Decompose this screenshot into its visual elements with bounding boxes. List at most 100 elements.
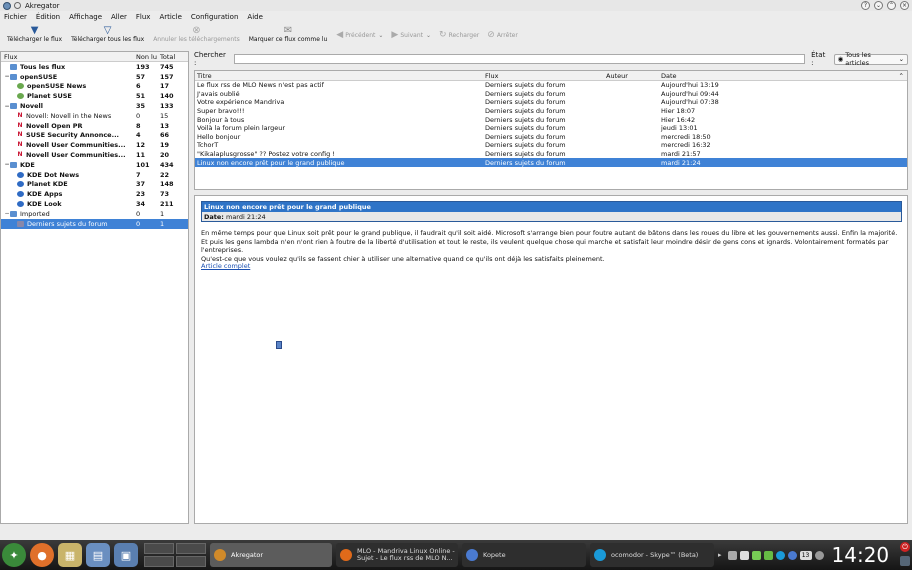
tray-app-icon[interactable]: [727, 550, 737, 560]
power-icon[interactable]: ⏻: [900, 542, 910, 552]
feed-name: SUSE Security Annonce...: [26, 131, 120, 140]
column-header-feed[interactable]: Flux: [1, 53, 134, 61]
feed-row[interactable]: − KDE 101 434: [1, 160, 188, 170]
article-row[interactable]: "Kikalaplusgrosse" ?? Postez votre confi…: [195, 150, 907, 159]
menu-affichage[interactable]: Affichage: [69, 13, 102, 21]
article-row[interactable]: Bonjour à tous Derniers sujets du forum Hi…: [195, 115, 907, 124]
stop-button[interactable]: ⊘ Arrêter: [484, 27, 521, 40]
menu-aide[interactable]: Aide: [247, 13, 262, 21]
tray-skype-icon[interactable]: [775, 550, 785, 560]
menu-article[interactable]: Article: [159, 13, 181, 21]
fetch-feed-button[interactable]: ▼ Télécharger le flux: [4, 23, 65, 43]
article-row[interactable]: J'avais oublié Derniers sujets du forum Au…: [195, 90, 907, 99]
article-title-cell: Bonjour à tous: [197, 115, 245, 124]
menu-configuration[interactable]: Configuration: [191, 13, 238, 21]
state-filter-select[interactable]: ◉ Tous les articles ⌄: [833, 51, 909, 67]
desktop-4[interactable]: [176, 556, 206, 567]
feed-row[interactable]: openSUSE News 6 17: [1, 82, 188, 92]
feed-row[interactable]: N Novell: Novell in the News 0 15: [1, 111, 188, 121]
feed-row[interactable]: N Novell User Communities... 12 19: [1, 140, 188, 150]
feed-row[interactable]: N SUSE Security Annonce... 4 66: [1, 131, 188, 141]
close-button[interactable]: ×: [900, 1, 909, 10]
abort-fetch-button[interactable]: ⊗ Annuler les téléchargements: [150, 23, 243, 43]
chevron-down-icon[interactable]: ⌄: [378, 32, 383, 39]
article-row[interactable]: Hello bonjour Derniers sujets du forum mer…: [195, 133, 907, 142]
pin-icon[interactable]: [14, 2, 21, 9]
chevron-down-icon[interactable]: ⌄: [426, 32, 431, 39]
tray-network-icon[interactable]: [763, 550, 773, 560]
feed-name: Derniers sujets du forum: [27, 219, 108, 228]
task-firefox[interactable]: MLO - Mandriva Linux Online - Sujet - Le…: [336, 543, 458, 567]
article-row[interactable]: Linux non encore prêt pour le grand publ…: [195, 158, 907, 167]
feed-row[interactable]: Tous les flux 193 745: [1, 62, 188, 72]
feed-tree[interactable]: Flux Non lu Total Tous les flux 193 745− op…: [0, 51, 189, 524]
mark-feed-read-button[interactable]: ✉ Marquer ce flux comme lu: [246, 23, 331, 43]
feed-row[interactable]: Planet SUSE 51 140: [1, 91, 188, 101]
help-window-button[interactable]: ?: [861, 1, 870, 10]
lock-screen-icon[interactable]: [900, 556, 910, 566]
volume-icon[interactable]: [814, 550, 824, 560]
tray-clipboard-icon[interactable]: [739, 550, 749, 560]
article-body: En même temps pour que Linux soit prêt p…: [201, 229, 901, 263]
article-row[interactable]: Super bravo!!! Derniers sujets du forum Hi…: [195, 107, 907, 116]
column-header-unread[interactable]: Non lu: [134, 53, 158, 61]
feed-name: Novell User Communities...: [26, 151, 126, 160]
feed-total-count: 22: [160, 170, 170, 179]
feed-row[interactable]: N Novell User Communities... 11 20: [1, 150, 188, 160]
clock[interactable]: 14:20: [832, 543, 890, 567]
feed-row[interactable]: KDE Look 34 211: [1, 199, 188, 209]
tray-badge[interactable]: 13: [799, 550, 812, 560]
article-list[interactable]: Titre Flux Auteur Date ⌃ Le flux rss de …: [194, 70, 908, 190]
article-row[interactable]: Votre expérience Mandriva Derniers sujets…: [195, 98, 907, 107]
feed-row[interactable]: − Imported 0 1: [1, 209, 188, 219]
tray-kopete-icon[interactable]: [787, 550, 797, 560]
desktop-pager[interactable]: [144, 543, 206, 567]
next-button[interactable]: ▶ Suivant ⌄: [388, 27, 434, 40]
minimize-button[interactable]: ⌄: [874, 1, 883, 10]
file-manager-icon[interactable]: ▦: [58, 543, 82, 567]
column-header-date[interactable]: Date: [659, 72, 899, 80]
nov-feed-icon: N: [17, 151, 23, 159]
menu-edition[interactable]: Édition: [36, 13, 60, 21]
drawer-icon[interactable]: ▤: [86, 543, 110, 567]
feed-row[interactable]: KDE Apps 23 73: [1, 189, 188, 199]
search-input[interactable]: [233, 54, 806, 64]
feed-row[interactable]: Derniers sujets du forum 0 1: [1, 218, 188, 229]
folder-icon[interactable]: ▣: [114, 543, 138, 567]
maximize-button[interactable]: ⌃: [887, 1, 896, 10]
desktop-1[interactable]: [144, 543, 174, 554]
column-header-author[interactable]: Auteur: [604, 72, 659, 80]
feed-row[interactable]: − openSUSE 57 157: [1, 72, 188, 82]
feed-row[interactable]: KDE Dot News 7 22: [1, 170, 188, 180]
column-header-total[interactable]: Total: [158, 53, 188, 61]
menu-aller[interactable]: Aller: [111, 13, 127, 21]
menu-flux[interactable]: Flux: [136, 13, 151, 21]
menu-launcher-icon[interactable]: ✦: [2, 543, 26, 567]
article-feed-cell: Derniers sujets du forum: [485, 158, 566, 167]
column-header-title[interactable]: Titre: [195, 72, 483, 80]
reload-button[interactable]: ↻ Recharger: [436, 27, 482, 40]
article-row[interactable]: Voilà la forum plein largeur Derniers suj…: [195, 124, 907, 133]
previous-button[interactable]: ◀ Précédent ⌄: [333, 27, 386, 40]
article-row[interactable]: Le flux rss de MLO News n'est pas actif D…: [195, 81, 907, 90]
desktop-3[interactable]: [144, 556, 174, 567]
tray-expand-icon[interactable]: ▸: [718, 551, 722, 559]
article-row[interactable]: TchorT Derniers sujets du forum mercredi 1…: [195, 141, 907, 150]
task-skype[interactable]: ocomodor - Skype™ (Beta): [590, 543, 714, 567]
firefox-icon[interactable]: ●: [30, 543, 54, 567]
task-kopete[interactable]: Kopete: [462, 543, 586, 567]
feed-row[interactable]: N Novell Open PR 8 13: [1, 121, 188, 131]
menu-fichier[interactable]: Fichier: [4, 13, 27, 21]
feed-row[interactable]: Planet KDE 37 148: [1, 180, 188, 190]
column-header-feed[interactable]: Flux: [483, 72, 604, 80]
tray-update-icon[interactable]: [751, 550, 761, 560]
akregator-app-icon[interactable]: [3, 1, 11, 10]
article-title[interactable]: Linux non encore prêt pour le grand publ…: [202, 202, 901, 212]
fetch-all-feeds-button[interactable]: ▽ Télécharger tous les flux: [68, 23, 147, 43]
task-akregator[interactable]: Akregator: [210, 543, 332, 567]
full-article-link[interactable]: Article complet: [201, 262, 250, 270]
feed-total-count: 19: [160, 141, 170, 150]
desktop-2[interactable]: [176, 543, 206, 554]
kde-feed-icon: [17, 191, 24, 198]
feed-row[interactable]: − Novell 35 133: [1, 101, 188, 111]
